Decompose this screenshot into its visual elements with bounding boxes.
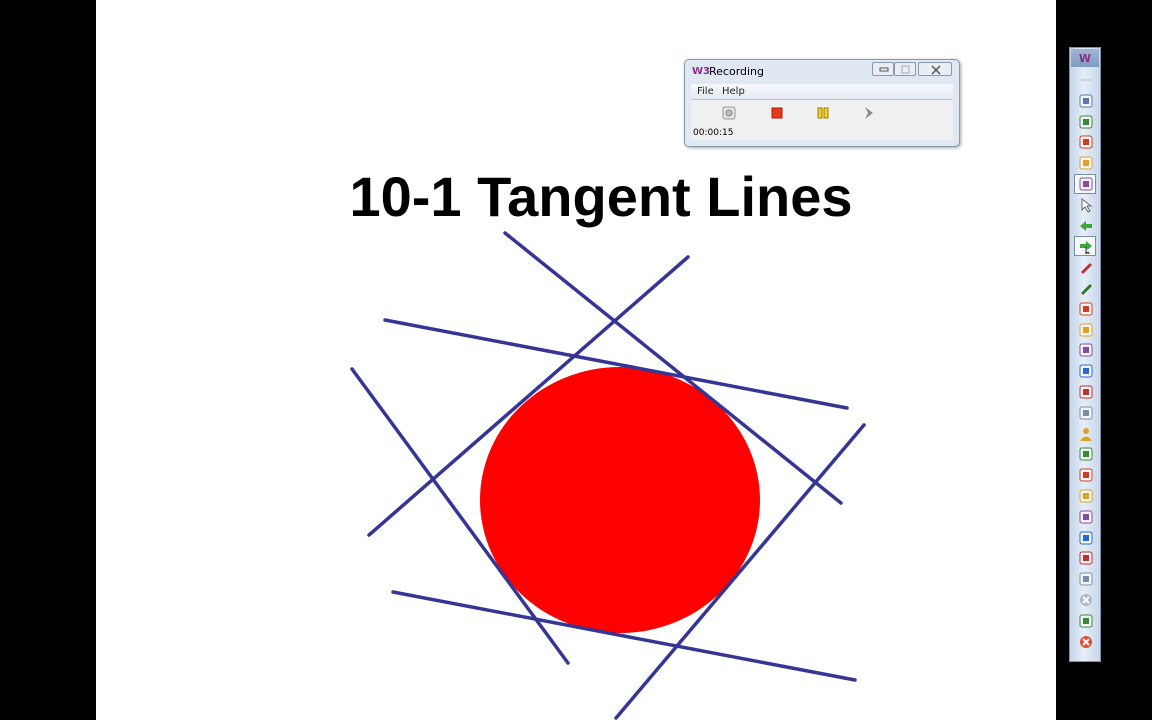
slide-title: 10-1 Tangent Lines: [349, 165, 853, 228]
math-tool-icon[interactable]: [1078, 363, 1094, 379]
menu-help[interactable]: Help: [722, 86, 745, 97]
eraser-tool-icon[interactable]: [1078, 322, 1094, 338]
copy-page-icon[interactable]: [1078, 134, 1094, 150]
close-icon: [931, 65, 941, 75]
toolbar-header[interactable]: W: [1071, 49, 1099, 67]
email-icon[interactable]: [1078, 571, 1094, 587]
pen-icon[interactable]: [1078, 259, 1094, 275]
clear-icon[interactable]: [1078, 592, 1094, 608]
back-arrow-icon[interactable]: [1078, 218, 1094, 234]
shape-tool-icon[interactable]: [1078, 384, 1094, 400]
recording-menubar: File Help: [691, 84, 953, 100]
stamp-icon[interactable]: [1078, 550, 1094, 566]
toolbar-logo: W: [1078, 52, 1092, 65]
erase-all-icon[interactable]: [1078, 613, 1094, 629]
screen-capture-icon[interactable]: [1078, 155, 1094, 171]
forward-arrow-icon[interactable]: [1078, 238, 1094, 255]
duplicate-icon[interactable]: [1078, 530, 1094, 546]
stop-icon[interactable]: [770, 106, 784, 120]
record-icon[interactable]: [722, 106, 736, 120]
elapsed-time: 00:00:15: [693, 128, 734, 138]
pointer-icon[interactable]: [1078, 197, 1094, 213]
side-toolbar: W: [1069, 47, 1101, 662]
recording-titlebar[interactable]: W3 Recording: [685, 60, 959, 82]
text-tool-icon[interactable]: [1078, 342, 1094, 358]
multi-select-icon[interactable]: [1078, 176, 1094, 192]
excel-icon[interactable]: [1078, 488, 1094, 504]
slide-icon[interactable]: [1078, 446, 1094, 462]
red-circle: [480, 367, 760, 633]
layers-icon[interactable]: [1078, 509, 1094, 525]
word-doc-icon[interactable]: [1078, 467, 1094, 483]
whiteboard-slide: 10-1 Tangent Lines W3 Recording File Hel…: [96, 0, 1056, 720]
play-icon[interactable]: [862, 106, 876, 120]
menu-file[interactable]: File: [697, 86, 714, 97]
mouse-icon[interactable]: [1078, 114, 1094, 130]
exit-icon[interactable]: [1078, 634, 1094, 650]
maximize-icon: [901, 65, 910, 74]
user-icon[interactable]: [1078, 426, 1094, 442]
double-pen-icon[interactable]: [1078, 301, 1094, 317]
recording-controls: 00:00:15: [691, 100, 953, 140]
recording-logo: W3: [692, 66, 710, 77]
flag-icon[interactable]: [1078, 405, 1094, 421]
maximize-button[interactable]: [894, 62, 916, 76]
scroll-up-icon[interactable]: [1078, 93, 1094, 109]
pause-icon[interactable]: [816, 106, 830, 120]
close-button[interactable]: [918, 62, 952, 76]
recording-window[interactable]: W3 Recording File Help 00:00:15: [684, 59, 960, 147]
minimize-icon[interactable]: [1078, 72, 1094, 88]
recording-title: Recording: [709, 65, 765, 78]
minimize-button[interactable]: [872, 62, 894, 76]
highlighter-icon[interactable]: [1078, 280, 1094, 296]
minimize-icon: [879, 67, 889, 72]
